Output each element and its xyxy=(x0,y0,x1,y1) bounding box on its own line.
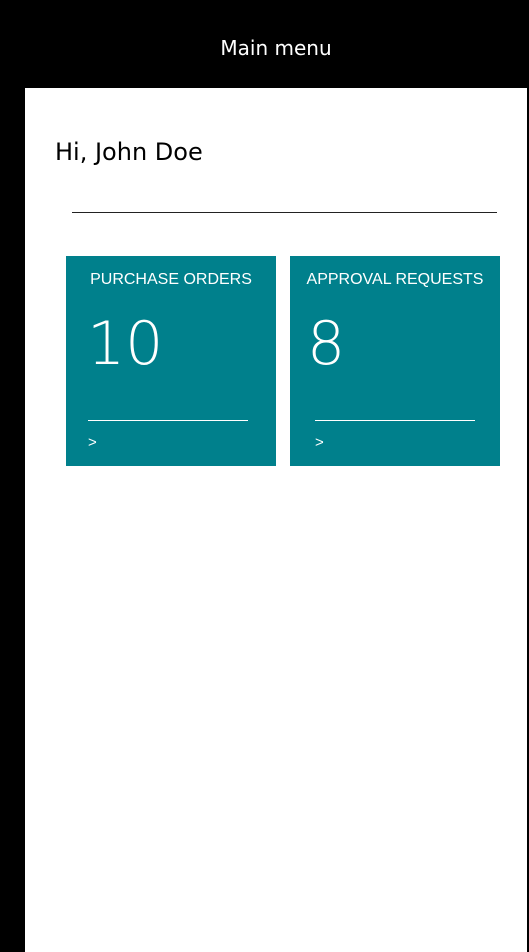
page-title: Main menu xyxy=(220,36,332,60)
tile-divider xyxy=(315,420,475,421)
chevron-right-icon[interactable]: > xyxy=(315,434,324,451)
tile-count: 10 xyxy=(87,309,164,379)
tile-divider xyxy=(88,420,248,421)
purchase-orders-tile[interactable]: PURCHASE ORDERS 10 > xyxy=(66,256,276,466)
app-frame: Main menu Hi, John Doe PURCHASE ORDERS 1… xyxy=(0,0,529,952)
greeting-text: Hi, John Doe xyxy=(55,138,203,166)
tile-count: 8 xyxy=(307,309,346,379)
header-bar: Main menu xyxy=(25,8,527,88)
tile-label: PURCHASE ORDERS xyxy=(90,271,252,288)
tile-label: APPROVAL REQUESTS xyxy=(306,271,484,288)
divider xyxy=(72,212,497,213)
chevron-right-icon[interactable]: > xyxy=(88,434,97,451)
approval-requests-tile[interactable]: APPROVAL REQUESTS 8 > xyxy=(290,256,500,466)
